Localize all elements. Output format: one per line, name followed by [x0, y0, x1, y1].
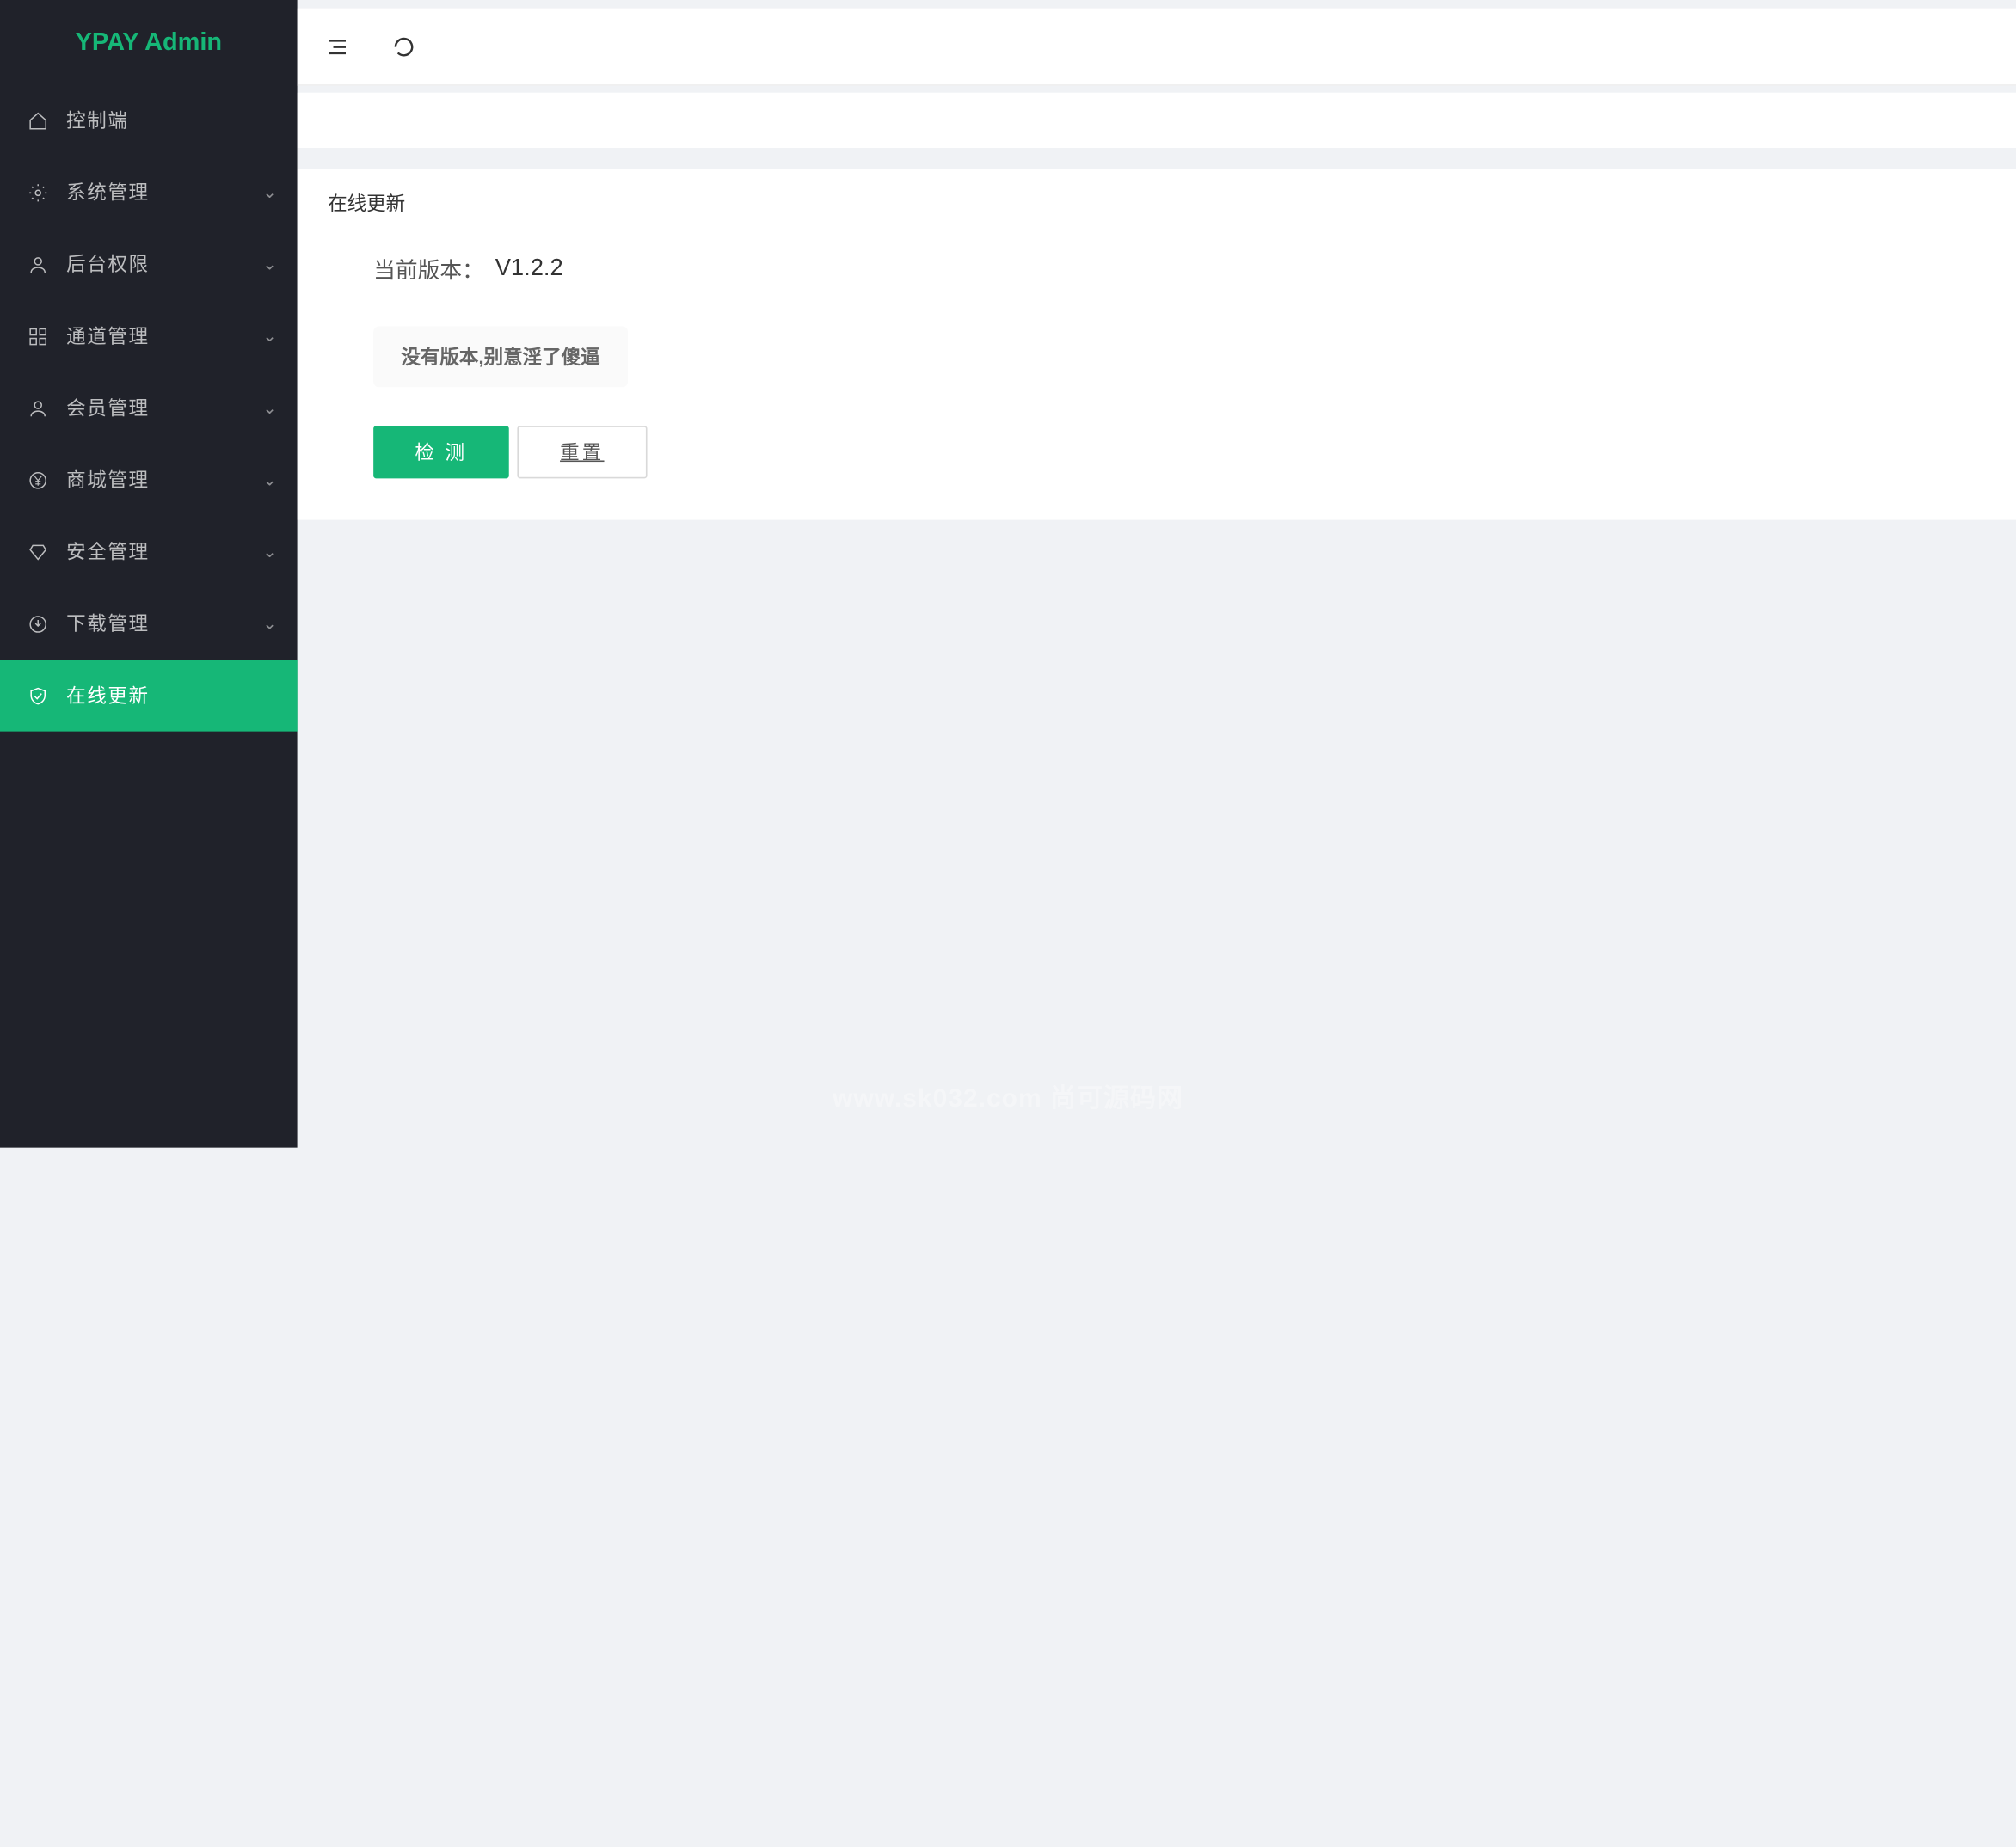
- breadcrumb-bar: [298, 93, 2016, 148]
- sidebar-item-console[interactable]: 控制端: [0, 84, 298, 156]
- sidebar-item-download[interactable]: 下载管理 ⌄: [0, 587, 298, 660]
- sidebar-item-label: 后台权限: [66, 250, 262, 278]
- diamond-icon: [25, 539, 50, 564]
- brand-logo[interactable]: YPAY Admin: [0, 0, 298, 84]
- version-value: V1.2.2: [495, 255, 563, 282]
- chevron-down-icon: ⌄: [262, 255, 276, 274]
- detect-button[interactable]: 检 测: [373, 426, 508, 478]
- sidebar-item-update[interactable]: 在线更新: [0, 660, 298, 732]
- header: 网站前台 检查更新 超级: [298, 9, 2016, 86]
- sidebar-item-label: 下载管理: [66, 610, 262, 637]
- yen-icon: [25, 468, 50, 493]
- chevron-down-icon: ⌄: [262, 326, 276, 346]
- sidebar-item-security[interactable]: 安全管理 ⌄: [0, 516, 298, 588]
- sidebar-item-member[interactable]: 会员管理 ⌄: [0, 372, 298, 445]
- menu-toggle-icon[interactable]: [325, 34, 350, 58]
- download-icon: [25, 611, 50, 636]
- sidebar-item-label: 通道管理: [66, 322, 262, 350]
- card-title: 在线更新: [298, 169, 2016, 237]
- refresh-icon[interactable]: [391, 34, 416, 58]
- sidebar: YPAY Admin 控制端 系统管理 ⌄ 后台权限 ⌄ 通道管理: [0, 0, 298, 1148]
- sidebar-item-label: 系统管理: [66, 178, 262, 206]
- sidebar-item-label: 商城管理: [66, 466, 262, 494]
- shield-icon: [25, 683, 50, 708]
- grid-icon: [25, 323, 50, 348]
- sidebar-item-permission[interactable]: 后台权限 ⌄: [0, 228, 298, 300]
- status-message: 没有版本,别意淫了傻逼: [373, 326, 628, 387]
- sidebar-item-label: 会员管理: [66, 394, 262, 421]
- home-icon: [25, 107, 50, 132]
- reset-button[interactable]: 重置: [517, 426, 647, 478]
- gear-icon: [25, 180, 50, 205]
- chevron-down-icon: ⌄: [262, 182, 276, 202]
- version-label: 当前版本：: [373, 252, 484, 285]
- user-icon: [25, 396, 50, 420]
- chevron-down-icon: ⌄: [262, 542, 276, 561]
- chevron-down-icon: ⌄: [262, 470, 276, 490]
- sidebar-item-mall[interactable]: 商城管理 ⌄: [0, 444, 298, 516]
- update-card: 在线更新 当前版本： V1.2.2 没有版本,别意淫了傻逼 检 测 重置: [298, 169, 2016, 519]
- sidebar-item-label: 在线更新: [66, 682, 276, 709]
- sidebar-item-system[interactable]: 系统管理 ⌄: [0, 156, 298, 229]
- user-icon: [25, 252, 50, 277]
- main-content: 网站前台 检查更新 超级 在线更新 当前版本： V1.2.2 没有版本,别意淫了…: [298, 0, 2016, 1847]
- chevron-down-icon: ⌄: [262, 614, 276, 634]
- sidebar-item-channel[interactable]: 通道管理 ⌄: [0, 300, 298, 372]
- sidebar-item-label: 控制端: [66, 107, 276, 134]
- chevron-down-icon: ⌄: [262, 398, 276, 418]
- sidebar-item-label: 安全管理: [66, 538, 262, 566]
